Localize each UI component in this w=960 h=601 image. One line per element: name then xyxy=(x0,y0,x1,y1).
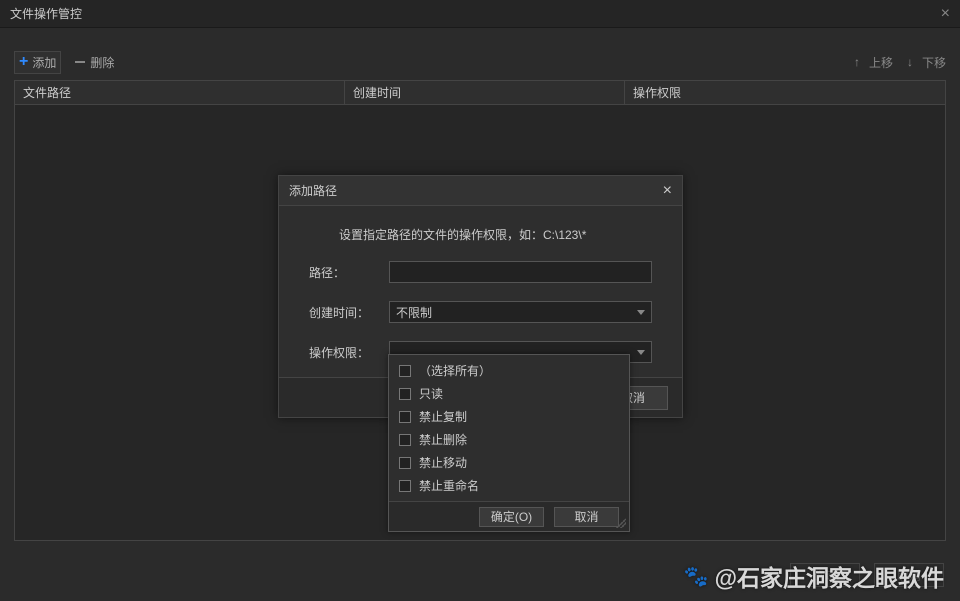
create-time-select[interactable]: 不限制 xyxy=(389,301,652,323)
create-time-value: 不限制 xyxy=(396,304,432,321)
chevron-down-icon xyxy=(637,350,645,355)
dialog-title-bar: 添加路径 × xyxy=(279,176,682,206)
toolbar-left: + 添加 删除 xyxy=(14,51,114,74)
paw-icon: 🐾 xyxy=(684,564,709,589)
path-input[interactable] xyxy=(389,261,652,283)
dropdown-option[interactable]: （选择所有） xyxy=(389,359,629,382)
minus-icon xyxy=(75,61,85,63)
dropdown-option[interactable]: 禁止复制 xyxy=(389,405,629,428)
row-path: 路径： xyxy=(309,261,652,283)
dialog-title: 添加路径 xyxy=(289,182,337,199)
th-create-time[interactable]: 创建时间 xyxy=(345,81,625,104)
dropdown-options: （选择所有） 只读 禁止复制 禁止删除 禁止移动 禁止重命名 xyxy=(389,355,629,501)
close-icon[interactable]: × xyxy=(941,5,950,23)
checkbox[interactable] xyxy=(399,457,411,469)
label-path: 路径： xyxy=(309,264,379,281)
checkbox[interactable] xyxy=(399,411,411,423)
dropdown-confirm-button[interactable]: 确定(O) xyxy=(479,507,544,527)
add-label: 添加 xyxy=(32,54,56,71)
remove-label: 删除 xyxy=(90,54,114,71)
dropdown-option[interactable]: 禁止删除 xyxy=(389,428,629,451)
option-label: 禁止复制 xyxy=(419,408,467,425)
option-label: 禁止重命名 xyxy=(419,477,479,494)
option-label: 禁止删除 xyxy=(419,431,467,448)
option-label: 只读 xyxy=(419,385,443,402)
dropdown-option[interactable]: 禁止重命名 xyxy=(389,474,629,497)
label-create-time: 创建时间： xyxy=(309,304,379,321)
dropdown-cancel-button[interactable]: 取消 xyxy=(554,507,619,527)
move-up-button[interactable]: 上移 xyxy=(854,54,893,71)
checkbox[interactable] xyxy=(399,365,411,377)
option-label: 禁止移动 xyxy=(419,454,467,471)
move-up-label: 上移 xyxy=(869,54,893,71)
dialog-hint: 设置指定路径的文件的操作权限，如：C:\123\* xyxy=(339,226,652,243)
move-down-label: 下移 xyxy=(922,54,946,71)
th-path[interactable]: 文件路径 xyxy=(15,81,345,104)
add-button[interactable]: + 添加 xyxy=(14,51,61,74)
dropdown-option[interactable]: 禁止移动 xyxy=(389,451,629,474)
window-title: 文件操作管控 xyxy=(10,5,82,22)
checkbox[interactable] xyxy=(399,388,411,400)
checkbox[interactable] xyxy=(399,434,411,446)
th-permission[interactable]: 操作权限 xyxy=(625,81,945,104)
dialog-close-icon[interactable]: × xyxy=(663,182,672,200)
watermark-text: @石家庄洞察之眼软件 xyxy=(715,559,944,593)
dropdown-footer: 确定(O) 取消 xyxy=(389,501,629,531)
option-label: （选择所有） xyxy=(419,362,491,379)
dialog-body: 设置指定路径的文件的操作权限，如：C:\123\* 路径： 创建时间： 不限制 … xyxy=(279,206,682,377)
toolbar-right: 上移 下移 xyxy=(854,54,946,71)
table-header: 文件路径 创建时间 操作权限 xyxy=(15,81,945,105)
dropdown-option[interactable]: 只读 xyxy=(389,382,629,405)
chevron-down-icon xyxy=(637,310,645,315)
toolbar: + 添加 删除 上移 下移 xyxy=(14,48,946,76)
plus-icon: + xyxy=(19,54,28,70)
resize-grip[interactable] xyxy=(616,518,626,528)
watermark: 🐾 @石家庄洞察之眼软件 xyxy=(684,559,944,593)
remove-button[interactable]: 删除 xyxy=(75,54,114,71)
permission-dropdown: （选择所有） 只读 禁止复制 禁止删除 禁止移动 禁止重命名 确定(O) 取消 xyxy=(388,354,630,532)
title-bar: 文件操作管控 × xyxy=(0,0,960,28)
checkbox[interactable] xyxy=(399,480,411,492)
row-create-time: 创建时间： 不限制 xyxy=(309,301,652,323)
move-down-button[interactable]: 下移 xyxy=(907,54,946,71)
label-permission: 操作权限： xyxy=(309,344,379,361)
